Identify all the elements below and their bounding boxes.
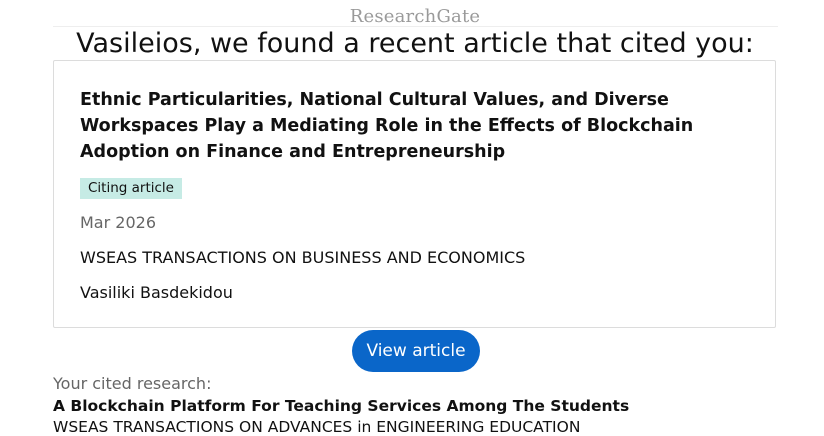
cited-research-title[interactable]: A Blockchain Platform For Teaching Servi… [53, 397, 629, 415]
citing-article-author[interactable]: Vasiliki Basdekidou [80, 283, 233, 302]
header-divider [53, 26, 778, 27]
citing-article-date: Mar 2026 [80, 213, 156, 232]
cited-research-journal: WSEAS TRANSACTIONS ON ADVANCES in ENGINE… [53, 418, 581, 436]
citing-article-title[interactable]: Ethnic Particularities, National Cultura… [80, 87, 750, 165]
view-article-button[interactable]: View article [352, 330, 480, 372]
page-headline: Vasileios, we found a recent article tha… [76, 28, 754, 59]
citing-article-badge: Citing article [80, 178, 182, 199]
citing-article-journal: WSEAS TRANSACTIONS ON BUSINESS AND ECONO… [80, 248, 526, 267]
cited-research-label: Your cited research: [53, 374, 212, 393]
citing-article-card: Ethnic Particularities, National Cultura… [53, 60, 776, 328]
researchgate-logo: ResearchGate [349, 6, 481, 27]
